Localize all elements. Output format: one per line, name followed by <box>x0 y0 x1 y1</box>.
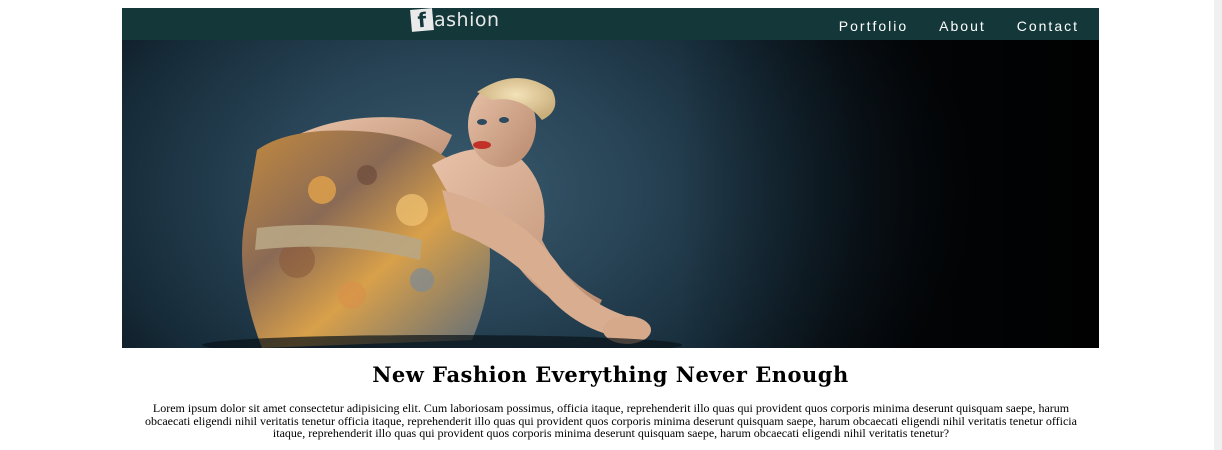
navbar: f ashion Portfolio About Contact <box>122 8 1099 40</box>
nav-link-portfolio[interactable]: Portfolio <box>839 18 908 34</box>
nav-link-about[interactable]: About <box>939 18 986 34</box>
logo-letter-badge: f <box>410 8 434 32</box>
nav-link-contact[interactable]: Contact <box>1017 18 1079 34</box>
page: f ashion Portfolio About Contact New Fas… <box>0 0 1222 450</box>
hero-banner <box>122 40 1099 348</box>
main-nav: Portfolio About Contact <box>839 18 1079 34</box>
scrollbar-track[interactable] <box>1214 0 1222 450</box>
site-logo[interactable]: f ashion <box>410 8 500 32</box>
hero-shade-overlay <box>679 40 1099 348</box>
site-container: f ashion Portfolio About Contact <box>122 8 1099 348</box>
intro-paragraph: Lorem ipsum dolor sit amet consectetur a… <box>145 401 1077 440</box>
page-headline: New Fashion Everything Never Enough <box>372 362 849 387</box>
logo-text: ashion <box>434 9 500 31</box>
